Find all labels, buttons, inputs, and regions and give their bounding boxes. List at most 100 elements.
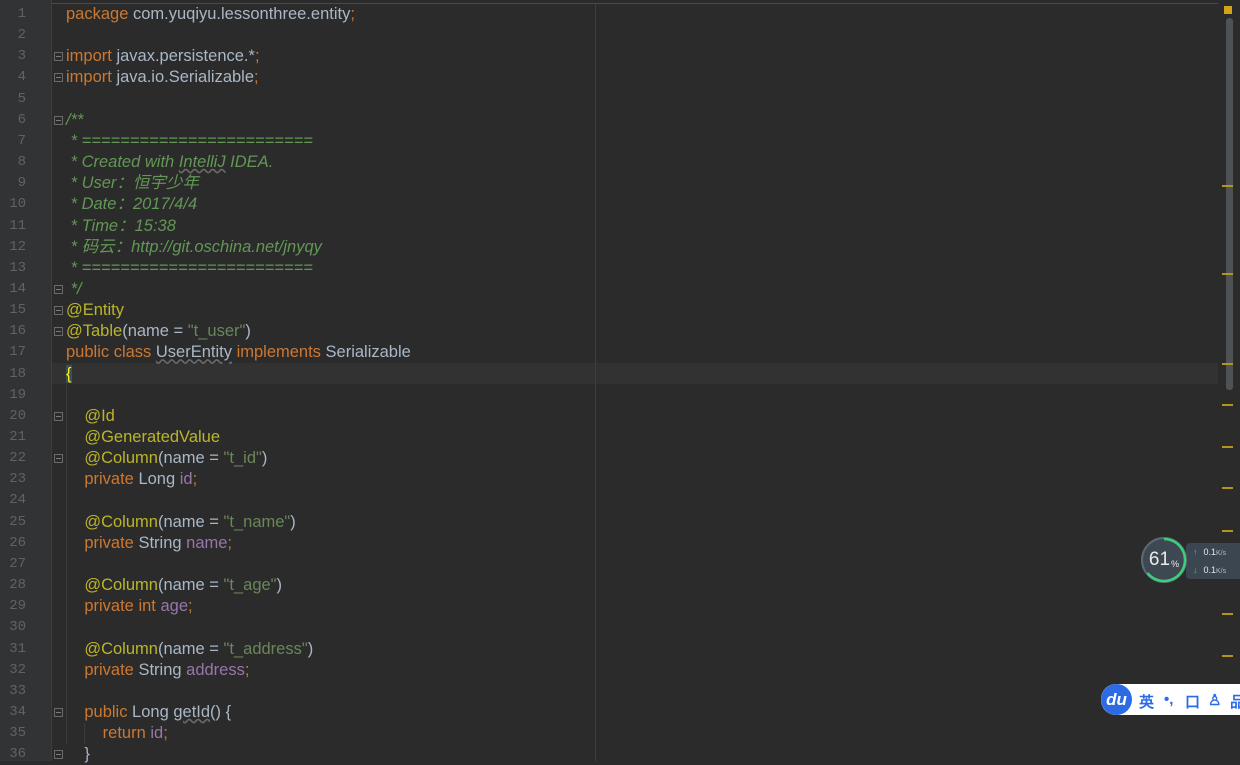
fold-toggle-icon[interactable] <box>54 411 63 421</box>
code-token: address <box>186 660 245 679</box>
fold-toggle-icon[interactable] <box>54 327 63 337</box>
code-token: @Column <box>66 639 158 658</box>
stripe-mark[interactable] <box>1222 446 1233 448</box>
code-line[interactable]: @Table(name = "t_user") <box>66 321 251 342</box>
code-line[interactable]: package com.yuqiyu.lessonthree.entity; <box>66 4 355 25</box>
line-number: 10 <box>9 196 26 213</box>
ime-user-icon[interactable]: ♙ <box>1208 691 1221 709</box>
code-line[interactable]: public class UserEntity implements Seria… <box>66 342 411 363</box>
indent-guide <box>84 723 85 745</box>
fold-toggle-icon[interactable] <box>54 707 63 717</box>
line-number: 14 <box>9 280 26 297</box>
code-line[interactable]: private int age; <box>66 596 193 617</box>
line-number: 15 <box>9 302 26 319</box>
vertical-scrollbar-thumb[interactable] <box>1226 18 1233 390</box>
code-token: * Created with <box>66 153 179 172</box>
stripe-mark[interactable] <box>1222 185 1233 187</box>
line-number: 4 <box>17 69 26 86</box>
download-unit: K/s <box>1216 568 1227 575</box>
code-token: implements <box>231 343 326 362</box>
ime-grid-icon[interactable]: 品 <box>1230 691 1240 712</box>
code-token: id <box>179 470 193 489</box>
code-line[interactable]: * ======================== <box>66 258 313 279</box>
code-token: ; <box>254 68 259 87</box>
line-number: 26 <box>9 534 26 551</box>
code-line[interactable]: import java.io.Serializable; <box>66 67 259 88</box>
code-line[interactable]: /** <box>66 110 83 131</box>
code-line[interactable]: @Entity <box>66 300 124 321</box>
line-number: 5 <box>17 90 26 107</box>
upload-speed: ↑ 0.1K/s <box>1193 547 1226 557</box>
code-line[interactable]: return id; <box>66 723 168 744</box>
code-token: "t_age" <box>223 576 277 595</box>
ime-language-toggle[interactable]: 英 <box>1139 691 1154 712</box>
ime-logo-icon[interactable]: du <box>1101 684 1132 715</box>
code-line[interactable]: @Column(name = "t_age") <box>66 575 282 596</box>
fold-toggle-icon[interactable] <box>54 284 63 294</box>
code-line[interactable]: { <box>66 364 72 385</box>
stripe-mark[interactable] <box>1222 404 1233 406</box>
fold-toggle-icon[interactable] <box>54 73 63 83</box>
code-line[interactable]: * Created with IntelliJ IDEA. <box>66 152 274 173</box>
code-token: private <box>66 533 139 552</box>
fold-toggle-icon[interactable] <box>54 454 63 464</box>
code-token: ; <box>254 47 260 66</box>
code-editor[interactable]: 1 2 3 4 5 6 7 8 9 10 11 12 13 14 15 16 17 18 19 20 21 22 23 24 2… <box>0 0 1240 763</box>
line-number: 17 <box>9 344 26 361</box>
code-token: ) <box>290 512 296 531</box>
inspection-status-icon[interactable] <box>1224 6 1232 14</box>
code-line[interactable]: private String address; <box>66 660 249 681</box>
code-line[interactable]: * ======================== <box>66 131 313 152</box>
ime-keyboard-icon[interactable]: 口 <box>1185 691 1200 712</box>
line-number: 33 <box>9 682 26 699</box>
code-line[interactable]: */ <box>66 279 82 300</box>
line-number: 3 <box>17 48 26 65</box>
code-line[interactable]: * User：恒宇少年 <box>66 173 199 194</box>
code-token: ; <box>188 597 193 616</box>
ime-punctuation-toggle[interactable]: •, <box>1164 691 1173 708</box>
fold-toggle-icon[interactable] <box>54 750 63 760</box>
fold-toggle-icon[interactable] <box>54 52 63 62</box>
stripe-mark[interactable] <box>1222 487 1233 489</box>
code-line[interactable]: import javax.persistence.*; <box>66 46 260 67</box>
code-token: * ======================== <box>66 131 313 150</box>
stripe-mark[interactable] <box>1222 655 1233 657</box>
code-line[interactable]: private Long id; <box>66 469 197 490</box>
code-line[interactable]: * 码云：http://git.oschina.net/jnyqy <box>66 237 322 258</box>
code-token: */ <box>66 279 82 298</box>
code-token: UserEntity <box>155 343 232 362</box>
code-line[interactable]: } <box>66 744 90 765</box>
code-line[interactable]: @Column(name = "t_id") <box>66 448 267 469</box>
code-token: ; <box>244 660 250 679</box>
code-line[interactable]: * Time：15:38 <box>66 216 176 237</box>
code-token: @Id <box>66 406 115 425</box>
code-token: package <box>66 5 133 23</box>
code-line[interactable]: @Column(name = "t_name") <box>66 512 296 533</box>
code-token: public class <box>66 343 156 362</box>
code-line[interactable]: * Date：2017/4/4 <box>66 194 198 215</box>
code-token: private <box>66 470 139 489</box>
line-number: 16 <box>9 323 26 340</box>
code-token: Long <box>138 470 180 489</box>
stripe-mark[interactable] <box>1222 363 1233 365</box>
code-line[interactable]: public Long getId() { <box>66 702 231 723</box>
line-number: 11 <box>9 217 26 234</box>
stripe-mark[interactable] <box>1222 613 1233 615</box>
code-token: @Table <box>66 322 123 341</box>
code-line[interactable]: @GeneratedValue <box>66 427 220 448</box>
code-line[interactable]: @Id <box>66 406 115 427</box>
code-token: * ======================== <box>66 258 313 277</box>
download-value: 0.1 <box>1203 565 1217 575</box>
line-number: 36 <box>9 746 26 763</box>
fold-toggle-icon[interactable] <box>54 306 63 316</box>
code-token: * User：恒宇少年 <box>66 174 199 193</box>
stripe-mark[interactable] <box>1222 273 1233 275</box>
fold-toggle-icon[interactable] <box>54 115 63 125</box>
line-number: 20 <box>9 407 26 424</box>
line-number: 8 <box>17 154 26 171</box>
code-token: return <box>66 724 151 743</box>
stripe-mark[interactable] <box>1222 530 1233 532</box>
code-line[interactable]: private String name; <box>66 533 232 554</box>
code-line[interactable]: @Column(name = "t_address") <box>66 639 313 660</box>
line-number: 12 <box>9 238 26 255</box>
